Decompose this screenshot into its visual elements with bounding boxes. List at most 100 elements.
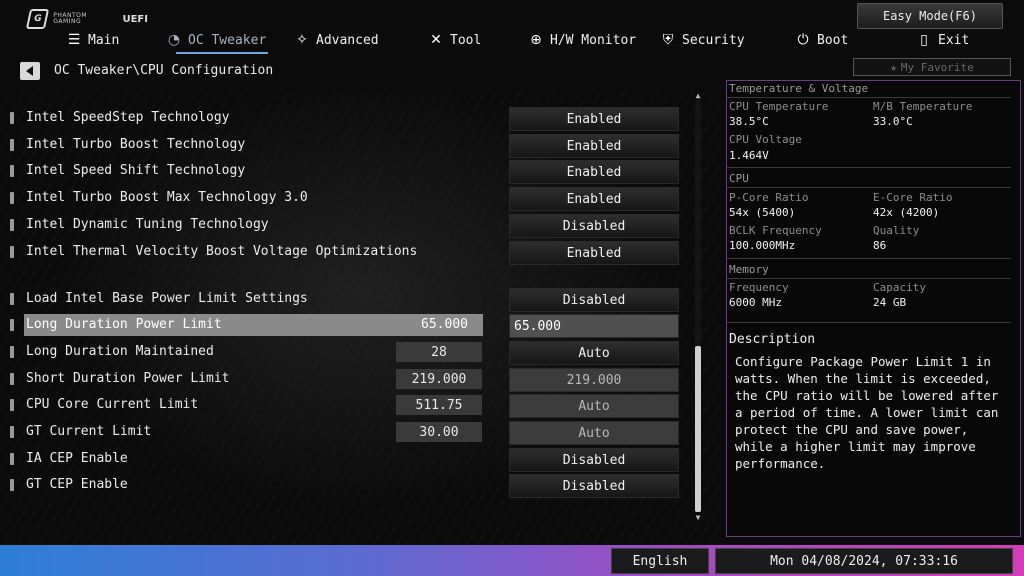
tab-boot[interactable]: ⏻ Boot: [795, 28, 848, 52]
setting-option[interactable]: Disabled: [509, 288, 679, 312]
p-core-ratio-value: 54x (5400): [729, 206, 796, 219]
tab-tool[interactable]: ✕ Tool: [428, 28, 481, 52]
setting-row-speed-shift[interactable]: Intel Speed Shift Technology Enabled: [10, 160, 682, 184]
setting-option[interactable]: Enabled: [509, 187, 679, 211]
setting-label: Intel Thermal Velocity Boost Voltage Opt…: [26, 244, 418, 259]
my-favorite-label: My Favorite: [900, 60, 974, 74]
setting-current-value: 219.000: [396, 369, 482, 389]
setting-option[interactable]: Disabled: [509, 214, 679, 238]
setting-option[interactable]: Enabled: [509, 107, 679, 131]
scrollbar-thumb[interactable]: [695, 346, 701, 512]
phantom-gaming-logo-icon: G: [25, 9, 50, 29]
setting-row-long-duration-power-limit[interactable]: Long Duration Power Limit 65.000 65.000: [10, 314, 682, 338]
brand-logo: G PHANTOM GAMING UEFI: [25, 8, 148, 30]
setting-label: Intel Turbo Boost Technology: [26, 137, 246, 152]
setting-edit-field[interactable]: 65.000: [509, 314, 679, 338]
cpu-voltage-value: 1.464V: [729, 149, 769, 162]
easy-mode-button[interactable]: Easy Mode(F6): [857, 3, 1003, 29]
divider: [727, 278, 1011, 279]
setting-row-gt-cep-enable[interactable]: GT CEP Enable Disabled: [10, 474, 682, 498]
scroll-up-arrow-icon[interactable]: ▲: [693, 91, 703, 100]
setting-edit-field[interactable]: 219.000: [509, 368, 679, 392]
tab-advanced[interactable]: ✧ Advanced: [294, 28, 379, 52]
setting-row-long-duration-maintained[interactable]: Long Duration Maintained 28 Auto: [10, 341, 682, 365]
active-tab-indicator: [176, 52, 268, 54]
shield-icon: ⛨: [662, 32, 674, 48]
memory-section-title: Memory: [729, 263, 769, 276]
tab-label: Exit: [938, 32, 970, 48]
divider: [727, 258, 1011, 259]
breadcrumb: OC Tweaker\CPU Configuration: [54, 63, 274, 78]
temperature-voltage-title: Temperature & Voltage: [729, 82, 869, 95]
tab-hw-monitor[interactable]: ⊕ H/W Monitor: [528, 28, 636, 52]
tab-main[interactable]: ☰ Main: [66, 28, 120, 52]
tab-label: Tool: [450, 32, 482, 48]
list-icon: ☰: [67, 32, 81, 48]
tab-label: OC Tweaker: [188, 32, 267, 48]
setting-row-ia-cep-enable[interactable]: IA CEP Enable Disabled: [10, 448, 682, 472]
star-arrow-icon: ✧: [296, 32, 308, 48]
memory-frequency-label: Frequency: [729, 281, 789, 294]
setting-edit-field[interactable]: Auto: [509, 394, 679, 418]
setting-label: Long Duration Power Limit: [26, 317, 222, 332]
setting-row-dynamic-tuning[interactable]: Intel Dynamic Tuning Technology Disabled: [10, 214, 682, 238]
setting-label: Intel Speed Shift Technology: [26, 163, 246, 178]
e-core-ratio-label: E-Core Ratio: [873, 191, 953, 204]
setting-current-value: 28: [396, 342, 482, 362]
setting-row-short-duration-power-limit[interactable]: Short Duration Power Limit 219.000 219.0…: [10, 368, 682, 392]
setting-row-speedstep[interactable]: Intel SpeedStep Technology Enabled: [10, 107, 682, 131]
tab-label: Main: [88, 32, 120, 48]
language-button[interactable]: English: [611, 548, 709, 574]
row-bullet: [10, 453, 14, 465]
quality-label: Quality: [873, 224, 920, 237]
setting-label: Intel SpeedStep Technology: [26, 110, 230, 125]
p-core-ratio-label: P-Core Ratio: [729, 191, 809, 204]
setting-option[interactable]: Enabled: [509, 160, 679, 184]
setting-row-gt-current-limit[interactable]: GT Current Limit 30.00 Auto: [10, 421, 682, 445]
setting-option[interactable]: Disabled: [509, 448, 679, 472]
row-bullet: [10, 426, 14, 438]
tab-label: Boot: [817, 32, 849, 48]
hardware-info-panel: Temperature & Voltage CPU Temperature 38…: [726, 80, 1021, 537]
setting-row-tvb-voltage[interactable]: Intel Thermal Velocity Boost Voltage Opt…: [10, 241, 682, 265]
tab-label: Security: [682, 32, 745, 48]
tab-exit[interactable]: ▯ Exit: [916, 28, 969, 52]
setting-label: CPU Core Current Limit: [26, 397, 199, 412]
setting-option[interactable]: Enabled: [509, 134, 679, 158]
setting-option[interactable]: Disabled: [509, 474, 679, 498]
description-text: Configure Package Power Limit 1 in watts…: [735, 354, 999, 471]
setting-option[interactable]: Auto: [509, 341, 679, 365]
description-title: Description: [729, 332, 816, 347]
row-bullet: [10, 165, 14, 177]
tab-oc-tweaker[interactable]: ◔ OC Tweaker: [166, 28, 266, 52]
memory-capacity-label: Capacity: [873, 281, 926, 294]
setting-label: Intel Turbo Boost Max Technology 3.0: [26, 190, 308, 205]
memory-capacity-value: 24 GB: [873, 296, 907, 309]
setting-row-turbo-boost-max[interactable]: Intel Turbo Boost Max Technology 3.0 Ena…: [10, 187, 682, 211]
row-bullet: [10, 346, 14, 358]
setting-row-turbo-boost[interactable]: Intel Turbo Boost Technology Enabled: [10, 134, 682, 158]
my-favorite-button[interactable]: ★ My Favorite: [853, 58, 1011, 76]
tab-security[interactable]: ⛨ Security: [660, 28, 745, 52]
setting-current-value: 65.000: [421, 317, 468, 332]
setting-label: IA CEP Enable: [26, 451, 128, 466]
setting-edit-field[interactable]: Auto: [509, 421, 679, 445]
back-arrow-icon: [25, 66, 33, 76]
back-button[interactable]: [20, 62, 40, 80]
power-icon: ⏻: [797, 32, 809, 48]
row-bullet: [10, 246, 14, 258]
row-bullet: [10, 219, 14, 231]
setting-label: GT Current Limit: [26, 424, 152, 439]
row-bullet: [10, 399, 14, 411]
setting-option[interactable]: Enabled: [509, 241, 679, 265]
row-bullet: [10, 293, 14, 305]
tab-label: Advanced: [316, 32, 379, 48]
memory-frequency-value: 6000 MHz: [729, 296, 782, 309]
setting-row-base-power-limit[interactable]: Load Intel Base Power Limit Settings Dis…: [10, 288, 682, 312]
date-time-display: Mon 04/08/2024, 07:33:16: [715, 548, 1013, 574]
setting-row-cpu-core-current-limit[interactable]: CPU Core Current Limit 511.75 Auto: [10, 394, 682, 418]
scroll-down-arrow-icon[interactable]: ▼: [693, 513, 703, 522]
setting-label: Load Intel Base Power Limit Settings: [26, 291, 308, 306]
quality-value: 86: [873, 239, 887, 252]
setting-current-value: 30.00: [396, 422, 482, 442]
